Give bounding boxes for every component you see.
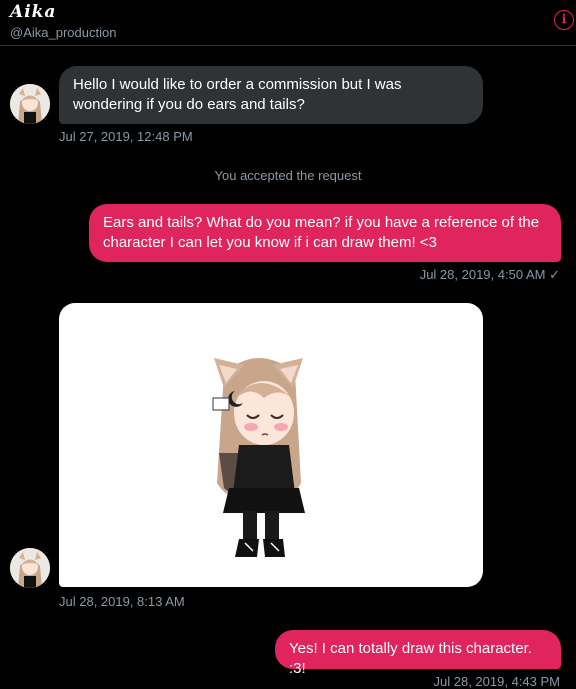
- message-timestamp: Jul 28, 2019, 8:13 AM: [59, 594, 185, 609]
- incoming-message-bubble[interactable]: Hello I would like to order a commission…: [59, 66, 483, 124]
- timestamp-text: Jul 28, 2019, 4:50 AM: [419, 267, 546, 282]
- gacha-character-illustration-icon: [212, 358, 305, 557]
- info-icon[interactable]: i: [554, 10, 574, 30]
- conversation-header: Aika @Aika_production i: [0, 0, 576, 46]
- message-timestamp: Jul 28, 2019, 4:43 PM: [433, 674, 560, 689]
- check-icon: ✓: [549, 267, 560, 282]
- message-text: Ears and tails? What do you mean? if you…: [103, 214, 540, 251]
- message-timestamp: Jul 28, 2019, 4:50 AM ✓: [420, 267, 560, 283]
- message-text: Yes! I can totally draw this character. …: [289, 640, 532, 677]
- avatar[interactable]: [10, 548, 50, 588]
- message-text: Hello I would like to order a commission…: [73, 76, 402, 113]
- message-timestamp: Jul 27, 2019, 12:48 PM: [59, 129, 193, 144]
- image-message[interactable]: [59, 303, 483, 587]
- outgoing-message-bubble[interactable]: Ears and tails? What do you mean? if you…: [89, 204, 561, 262]
- request-accepted-notice: You accepted the request: [214, 168, 362, 183]
- avatar-image: [10, 548, 50, 588]
- avatar[interactable]: [10, 84, 50, 124]
- outgoing-message-bubble[interactable]: Yes! I can totally draw this character. …: [275, 630, 561, 677]
- contact-display-name[interactable]: Aika: [10, 2, 56, 22]
- contact-handle[interactable]: @Aika_production: [10, 25, 116, 40]
- avatar-image: [10, 84, 50, 124]
